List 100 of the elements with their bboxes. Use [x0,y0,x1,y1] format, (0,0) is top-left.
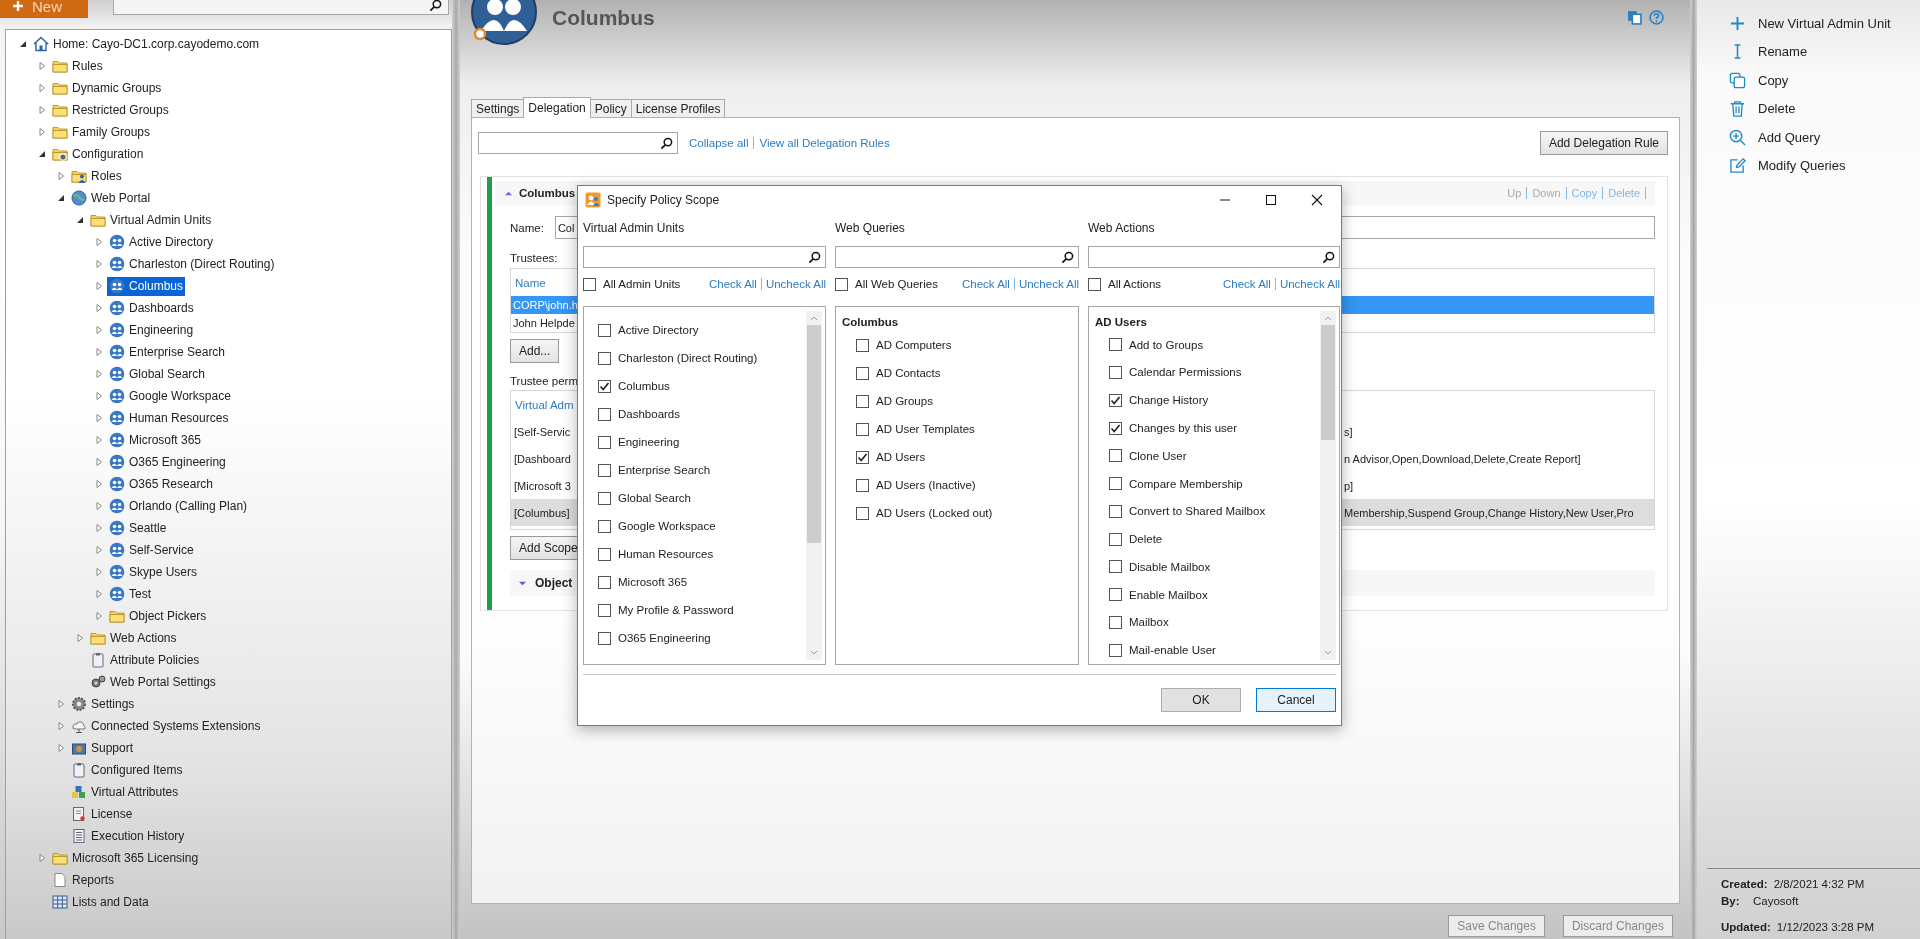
dialog-button[interactable]: OK [1161,688,1241,712]
checkbox[interactable] [598,407,611,421]
expand-toggle[interactable] [94,435,104,445]
checkbox-label[interactable]: Columbus [618,380,670,392]
action-item[interactable]: Copy [1707,66,1920,95]
scroll-down-icon[interactable] [809,649,819,657]
scroll-up-icon[interactable] [1323,314,1333,322]
checkbox[interactable] [835,277,848,291]
search-field[interactable] [113,0,449,15]
scroll-up-icon[interactable] [809,314,819,322]
tree-item[interactable]: Family Groups [72,125,151,139]
checkbox-label[interactable]: AD Computers [876,339,952,351]
expand-toggle[interactable] [94,325,104,335]
checkbox[interactable] [856,450,869,464]
checkbox[interactable] [1109,449,1122,463]
checkbox[interactable] [598,323,611,337]
tree-item[interactable]: Seattle [129,521,167,535]
collapse-toggle[interactable] [56,193,66,203]
tree-item[interactable]: Active Directory [129,235,214,249]
tree-item[interactable]: O365 Engineering [129,455,226,469]
checkbox-label[interactable]: Dashboards [618,408,680,420]
tree-item[interactable]: Restricted Groups [72,103,169,117]
tree-item[interactable]: Settings [91,697,135,711]
checkbox-label[interactable]: Enable Mailbox [1129,588,1208,601]
link[interactable]: Collapse all [689,137,749,149]
tree-item[interactable]: Reports [72,873,115,887]
expand-toggle[interactable] [94,303,104,313]
expand-toggle[interactable] [94,281,104,291]
checkbox-label[interactable]: Enterprise Search [618,464,711,476]
checkbox-label[interactable]: All Actions [1108,278,1162,290]
search-icon[interactable] [1061,250,1074,264]
checkbox-label[interactable]: Delete [1129,533,1163,546]
tree-item[interactable]: Test [129,587,151,601]
checkbox-label[interactable]: Add to Groups [1129,338,1204,351]
tree-item[interactable]: Enterprise Search [129,345,226,359]
tree-item[interactable]: Microsoft 365 Licensing [72,851,199,865]
tree-item[interactable]: Connected Systems Extensions [91,719,261,733]
checkbox-label[interactable]: Global Search [618,492,691,504]
checkbox-label[interactable]: All Web Queries [855,278,938,290]
checkbox[interactable] [1109,393,1122,407]
checkbox[interactable] [1088,277,1101,291]
expand-toggle[interactable] [94,567,104,577]
link[interactable]: View all Delegation Rules [759,137,890,149]
expand-toggle[interactable] [94,391,104,401]
expand-toggle[interactable] [56,743,66,753]
tree-item[interactable]: Web Portal [91,191,151,205]
tree-item[interactable]: Roles [91,169,122,183]
checkbox[interactable] [856,478,869,492]
checkbox-label[interactable]: AD Groups [876,395,933,407]
checkbox-label[interactable]: All Admin Units [603,278,681,290]
expand-toggle[interactable] [37,853,47,863]
tree-item[interactable]: Google Workspace [129,389,231,403]
checkbox[interactable] [598,519,611,533]
tab[interactable]: Delegation [523,97,591,118]
search-field[interactable] [835,246,1079,268]
expand-toggle[interactable] [94,523,104,533]
checkbox-label[interactable]: Mail-enable User [1129,644,1216,657]
collapse-toggle[interactable] [18,39,28,49]
checkbox[interactable] [583,277,596,291]
tab[interactable]: Settings [471,99,525,117]
expand-toggle[interactable] [94,237,104,247]
expand-toggle[interactable] [37,83,47,93]
tree-item[interactable]: Orlando (Calling Plan) [129,499,248,513]
checkbox-label[interactable]: Mailbox [1129,616,1169,629]
checkbox[interactable] [1109,338,1122,352]
help-icon[interactable] [1649,10,1664,25]
checkbox-label[interactable]: Active Directory [618,324,699,336]
checkbox[interactable] [1109,421,1122,435]
check-all-link[interactable]: Check All [708,278,757,290]
checkbox-label[interactable]: Google Workspace [618,520,716,532]
expand-toggle[interactable] [94,457,104,467]
checkbox[interactable] [1109,504,1122,518]
expand-toggle[interactable] [94,611,104,621]
expand-toggle[interactable] [94,413,104,423]
action-item[interactable]: Delete [1707,94,1920,123]
checkbox[interactable] [856,506,869,520]
checkbox-label[interactable]: Change History [1129,394,1209,407]
tree-item[interactable]: Self-Service [129,543,194,557]
checkbox[interactable] [856,338,869,352]
tree-item[interactable]: Human Resources [129,411,229,425]
uncheck-all-link[interactable]: Uncheck All [765,278,826,290]
expand-toggle[interactable] [94,259,104,269]
tree-item[interactable]: Configuration [72,147,144,161]
expand-toggle[interactable] [94,501,104,511]
checkbox-label[interactable]: AD Users (Inactive) [876,479,976,491]
column-header[interactable]: Name [515,276,546,289]
checkbox[interactable] [598,491,611,505]
action-item[interactable]: Add Query [1707,123,1920,152]
checkbox-label[interactable]: AD Users (Locked out) [876,507,993,519]
checkbox[interactable] [1109,366,1122,379]
expand-toggle[interactable] [75,633,85,643]
search-field[interactable] [478,132,678,154]
checkbox-label[interactable]: Microsoft 365 [618,576,688,588]
tree-item[interactable]: Attribute Policies [110,653,200,667]
checkbox-label[interactable]: Compare Membership [1129,477,1243,490]
checkbox[interactable] [1109,588,1122,602]
expand-toggle[interactable] [94,347,104,357]
dialog-button[interactable]: Cancel [1256,688,1336,712]
search-field[interactable] [1088,246,1340,268]
checkbox-label[interactable]: Charleston (Direct Routing) [618,352,758,364]
